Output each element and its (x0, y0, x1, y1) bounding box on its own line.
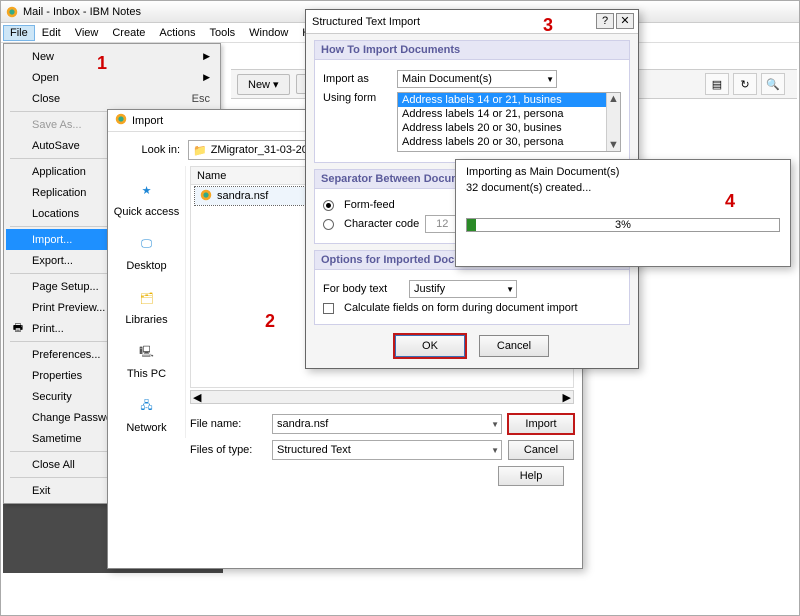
app-icon (114, 112, 128, 129)
annotation-1: 1 (97, 53, 107, 74)
charcode-label: Character code (344, 218, 419, 230)
forbody-select[interactable]: Justify▼ (409, 280, 517, 298)
menu-edit[interactable]: Edit (35, 25, 68, 41)
search-icon[interactable]: 🔍 (761, 73, 785, 95)
chevron-down-icon: ▼ (506, 285, 514, 294)
annotation-3: 3 (543, 15, 553, 36)
show-icon[interactable]: ▤ (705, 73, 729, 95)
scroll-right-icon[interactable]: ▶ (563, 391, 571, 404)
progress-percent: 3% (467, 219, 779, 231)
menu-file[interactable]: File (3, 25, 35, 41)
importas-select[interactable]: Main Document(s)▼ (397, 70, 557, 88)
place-thispc[interactable]: 🖳This PC (112, 334, 182, 384)
menu-window[interactable]: Window (242, 25, 295, 41)
filetype-combo[interactable]: Structured Text▼ (272, 440, 502, 460)
menu-create[interactable]: Create (105, 25, 152, 41)
menu-view[interactable]: View (68, 25, 106, 41)
place-network[interactable]: 🖧Network (112, 388, 182, 438)
ok-button[interactable]: OK (395, 335, 465, 357)
usingform-listbox[interactable]: Address labels 14 or 21, busines Address… (397, 92, 621, 152)
help-icon[interactable]: ? (596, 13, 614, 29)
places-sidebar: ★Quick access 🖵Desktop 🗂Libraries 🖳This … (108, 166, 186, 438)
new-button[interactable]: New ▾ (237, 74, 290, 95)
filename-label: File name: (190, 418, 266, 430)
place-desktop[interactable]: 🖵Desktop (112, 226, 182, 276)
folder-icon: 📁 (193, 144, 207, 157)
calc-label: Calculate fields on form during document… (344, 302, 578, 314)
close-icon[interactable]: ✕ (616, 13, 634, 29)
desktop-icon: 🖵 (133, 230, 161, 258)
place-libraries[interactable]: 🗂Libraries (112, 280, 182, 330)
chevron-down-icon: ▼ (546, 75, 554, 84)
radio-formfeed[interactable] (323, 200, 334, 211)
group-howto-title: How To Import Documents (315, 41, 629, 60)
list-item[interactable]: Address labels 14 or 21, persona (398, 107, 620, 121)
chevron-down-icon: ▼ (491, 420, 499, 429)
help-button[interactable]: Help (498, 466, 564, 486)
menu-close[interactable]: CloseEsc (6, 88, 218, 109)
list-item[interactable]: Address labels 20 or 30, busines (398, 121, 620, 135)
app-icon (5, 5, 19, 19)
filetype-label: Files of type: (190, 444, 266, 456)
annotation-4: 4 (725, 191, 735, 212)
calc-checkbox[interactable] (323, 303, 334, 314)
progress-line1: Importing as Main Document(s) (466, 166, 780, 178)
forbody-label: For body text (323, 283, 403, 295)
list-item[interactable]: Address labels 20 or 30, persona (398, 135, 620, 149)
cancel-button[interactable]: Cancel (479, 335, 549, 357)
cancel-button[interactable]: Cancel (508, 440, 574, 460)
menu-tools[interactable]: Tools (202, 25, 242, 41)
horizontal-scrollbar[interactable]: ◀▶ (190, 390, 574, 404)
list-item[interactable]: Address labels 14 or 21, busines (398, 93, 620, 107)
importas-label: Import as (323, 73, 391, 85)
network-icon: 🖧 (133, 392, 161, 420)
lookin-value: ZMigrator_31-03-2017 (211, 144, 320, 156)
window-title: Mail - Inbox - IBM Notes (23, 6, 141, 18)
usingform-label: Using form (323, 92, 391, 104)
sti-title: Structured Text Import (312, 16, 420, 28)
menu-open[interactable]: Open▶ (6, 67, 218, 88)
sti-titlebar: Structured Text Import ? ✕ (306, 10, 638, 34)
star-icon: ★ (133, 176, 161, 204)
filename-input[interactable]: sandra.nsf▼ (272, 414, 502, 434)
formfeed-label: Form-feed (344, 199, 395, 211)
notes-file-icon (199, 188, 213, 205)
printer-icon: 🖶 (11, 322, 25, 336)
scroll-left-icon[interactable]: ◀ (193, 391, 201, 404)
vertical-scrollbar[interactable]: ▲▼ (606, 93, 620, 151)
file-name: sandra.nsf (217, 190, 268, 202)
annotation-2: 2 (265, 311, 275, 332)
refresh-icon[interactable]: ↻ (733, 73, 757, 95)
sti-button-row: OK Cancel (306, 335, 638, 357)
menu-actions[interactable]: Actions (152, 25, 202, 41)
libraries-icon: 🗂 (133, 284, 161, 312)
progress-dialog: Importing as Main Document(s) 32 documen… (455, 159, 791, 267)
radio-charcode[interactable] (323, 219, 334, 230)
menu-new[interactable]: New▶ (6, 46, 218, 67)
place-quickaccess[interactable]: ★Quick access (112, 172, 182, 222)
computer-icon: 🖳 (133, 338, 161, 366)
import-button[interactable]: Import (508, 414, 574, 434)
lookin-label: Look in: (116, 144, 188, 156)
group-howto: How To Import Documents Import as Main D… (314, 40, 630, 163)
chevron-down-icon: ▼ (491, 446, 499, 455)
import-title-text: Import (132, 115, 163, 127)
progress-bar: 3% (466, 218, 780, 232)
